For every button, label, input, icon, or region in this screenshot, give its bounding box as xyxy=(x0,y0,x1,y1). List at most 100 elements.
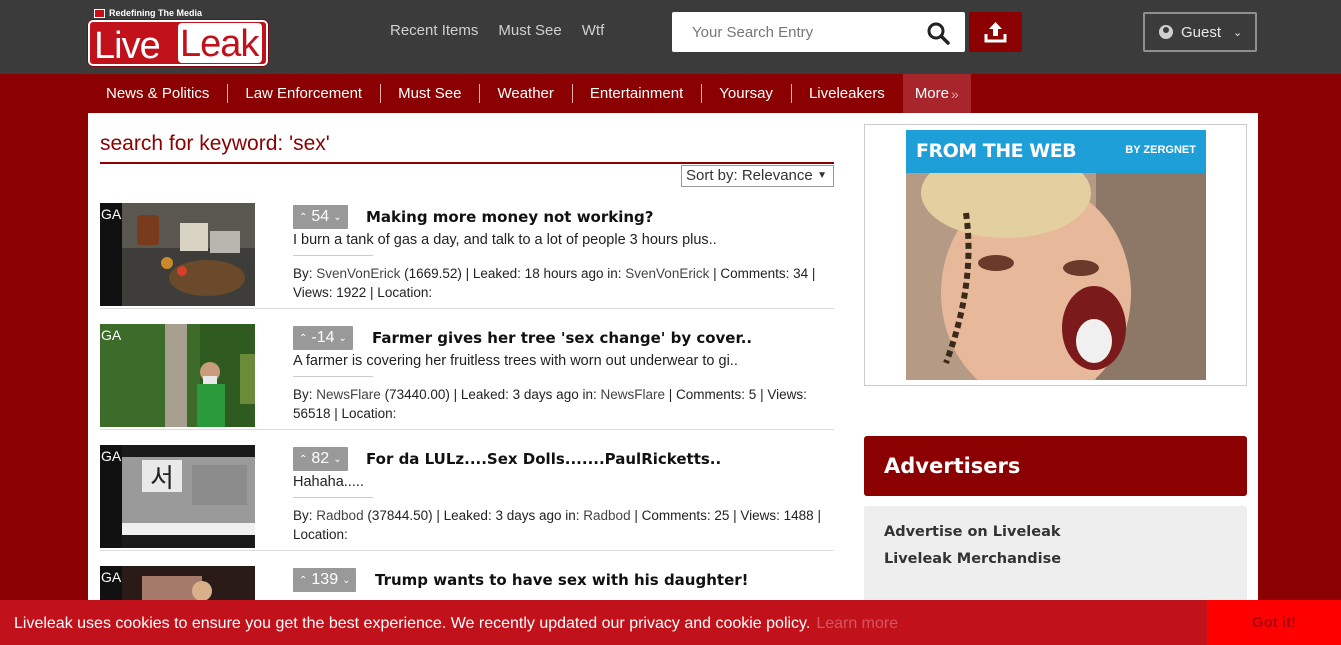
item-description: A farmer is covering her fruitless trees… xyxy=(293,353,738,369)
list-item: GA ⌃ 54 ⌄ Making more money not working?… xyxy=(100,203,834,309)
toplink-must-see[interactable]: Must See xyxy=(498,22,561,39)
rating-badge: GA xyxy=(101,327,122,343)
downvote-icon[interactable]: ⌄ xyxy=(333,212,341,223)
vote-widget[interactable]: ⌃ 82 ⌄ xyxy=(293,447,348,471)
nav-news-politics[interactable]: News & Politics xyxy=(88,74,227,113)
nav-must-see[interactable]: Must See xyxy=(380,74,479,113)
ad-header-title: FROM THE WEB xyxy=(916,140,1077,162)
user-icon xyxy=(1159,25,1173,39)
description-divider xyxy=(293,376,373,377)
page-title: search for keyword: 'sex' xyxy=(100,132,330,155)
ad-header-by: BY ZERGNET xyxy=(1125,144,1196,156)
logo-leak-text: Leak xyxy=(178,23,262,65)
nav-more-label: More xyxy=(914,85,949,102)
got-it-button[interactable]: Got it! xyxy=(1207,600,1341,645)
downvote-icon[interactable]: ⌄ xyxy=(339,333,347,344)
cookie-message-text: Liveleak uses cookies to ensure you get … xyxy=(14,615,811,632)
author-link[interactable]: Radbod xyxy=(316,508,363,523)
downvote-icon[interactable]: ⌄ xyxy=(333,454,341,465)
tv-icon xyxy=(94,8,105,18)
cookie-banner: Liveleak uses cookies to ensure you get … xyxy=(0,600,1341,645)
chevron-down-icon: ⌄ xyxy=(1233,26,1243,39)
search-input[interactable] xyxy=(672,12,912,52)
by-label: By: xyxy=(293,508,313,523)
author-link[interactable]: NewsFlare xyxy=(316,387,381,402)
upload-button[interactable] xyxy=(969,12,1022,52)
vote-widget[interactable]: ⌃ -14 ⌄ xyxy=(293,326,353,350)
vote-widget[interactable]: ⌃ 54 ⌄ xyxy=(293,205,348,229)
vote-count: 82 xyxy=(311,450,330,467)
description-divider xyxy=(293,255,373,256)
nav-more[interactable]: More» xyxy=(902,74,971,113)
top-bar: Redefining The Media Live Leak Recent It… xyxy=(0,0,1341,74)
ad-header: FROM THE WEB BY ZERGNET xyxy=(906,130,1206,173)
logo-live-text: Live xyxy=(94,25,161,67)
upvote-icon[interactable]: ⌃ xyxy=(299,333,307,344)
upvote-icon[interactable]: ⌃ xyxy=(299,575,307,586)
logo-tagline-text: Redefining The Media xyxy=(109,8,203,18)
nav-weather[interactable]: Weather xyxy=(479,74,571,113)
vote-count: 139 xyxy=(311,571,339,588)
rating-badge: GA xyxy=(101,448,122,464)
advertise-link[interactable]: Advertise on Liveleak xyxy=(884,524,1061,540)
dropdown-arrow-icon: ▼ xyxy=(817,170,827,181)
upvote-icon[interactable]: ⌃ xyxy=(299,454,307,465)
advertisers-title: Advertisers xyxy=(884,454,1021,478)
item-title[interactable]: For da LULz....Sex Dolls.......PaulRicke… xyxy=(366,450,721,468)
sort-select[interactable]: Sort by: Relevance ▼ xyxy=(681,165,834,187)
channel-link[interactable]: Radbod xyxy=(583,508,630,523)
rating-badge: GA xyxy=(101,569,122,585)
author-info: (1669.52) | Leaked: 18 hours ago in: xyxy=(404,266,622,281)
channel-link[interactable]: SvenVonErick xyxy=(625,266,709,281)
ad-widget: FROM THE WEB BY ZERGNET xyxy=(864,124,1247,386)
item-meta: By: SvenVonErick (1669.52) | Leaked: 18 … xyxy=(293,264,829,302)
author-link[interactable]: SvenVonErick xyxy=(316,266,400,281)
item-title[interactable]: Farmer gives her tree 'sex change' by co… xyxy=(372,329,752,347)
toplink-recent-items[interactable]: Recent Items xyxy=(390,22,478,39)
upvote-icon[interactable]: ⌃ xyxy=(299,212,307,223)
top-links: Recent Items Must See Wtf xyxy=(390,22,604,39)
by-label: By: xyxy=(293,387,313,402)
ad-image xyxy=(906,173,1206,380)
nav-liveleakers[interactable]: Liveleakers xyxy=(790,74,903,113)
thumbnail-image: 서 xyxy=(122,445,255,548)
guest-label: Guest xyxy=(1181,23,1222,41)
guest-dropdown[interactable]: Guest ⌄ xyxy=(1143,12,1257,52)
vote-count: 54 xyxy=(311,208,330,225)
main-panel: search for keyword: 'sex' Sort by: Relev… xyxy=(88,113,1258,645)
description-divider xyxy=(293,497,373,498)
zergnet-ad[interactable]: FROM THE WEB BY ZERGNET xyxy=(906,130,1206,380)
title-divider xyxy=(100,162,834,164)
thumbnail-image xyxy=(100,324,255,427)
rating-badge: GA xyxy=(101,206,122,222)
search-icon[interactable] xyxy=(926,21,950,45)
cookie-message: Liveleak uses cookies to ensure you get … xyxy=(14,615,898,633)
nav-yoursay[interactable]: Yoursay xyxy=(701,74,791,113)
channel-link[interactable]: NewsFlare xyxy=(601,387,666,402)
nav-entertainment[interactable]: Entertainment xyxy=(571,74,701,113)
toplink-wtf[interactable]: Wtf xyxy=(582,22,605,39)
list-item: GA ⌃ -14 ⌄ Farmer gives her tree 'sex ch… xyxy=(100,324,834,430)
item-title[interactable]: Making more money not working? xyxy=(366,208,654,226)
learn-more-link[interactable]: Learn more xyxy=(816,615,898,632)
item-title[interactable]: Trump wants to have sex with his daughte… xyxy=(375,571,748,589)
item-meta: By: Radbod (37844.50) | Leaked: 3 days a… xyxy=(293,506,829,544)
video-thumbnail[interactable]: GA 서 xyxy=(100,445,255,548)
vote-widget[interactable]: ⌃ 139 ⌄ xyxy=(293,568,357,592)
video-thumbnail[interactable]: GA xyxy=(100,324,255,427)
sort-value: Sort by: Relevance xyxy=(686,167,813,184)
upload-icon xyxy=(984,22,1007,43)
by-label: By: xyxy=(293,266,313,281)
svg-text:서: 서 xyxy=(150,464,174,494)
vote-count: -14 xyxy=(311,329,335,346)
video-thumbnail[interactable]: GA xyxy=(100,203,255,306)
merchandise-link[interactable]: Liveleak Merchandise xyxy=(884,551,1061,567)
nav-law-enforcement[interactable]: Law Enforcement xyxy=(227,74,380,113)
thumbnail-image xyxy=(122,203,255,306)
list-item: GA 서 ⌃ 82 ⌄ For da LULz....Sex Dolls....… xyxy=(100,445,834,551)
liveleak-logo[interactable]: Redefining The Media Live Leak xyxy=(88,6,268,67)
author-info: (37844.50) | Leaked: 3 days ago in: xyxy=(367,508,580,523)
search-box xyxy=(672,12,965,52)
logo-tagline: Redefining The Media xyxy=(94,7,202,19)
downvote-icon[interactable]: ⌄ xyxy=(342,575,350,586)
